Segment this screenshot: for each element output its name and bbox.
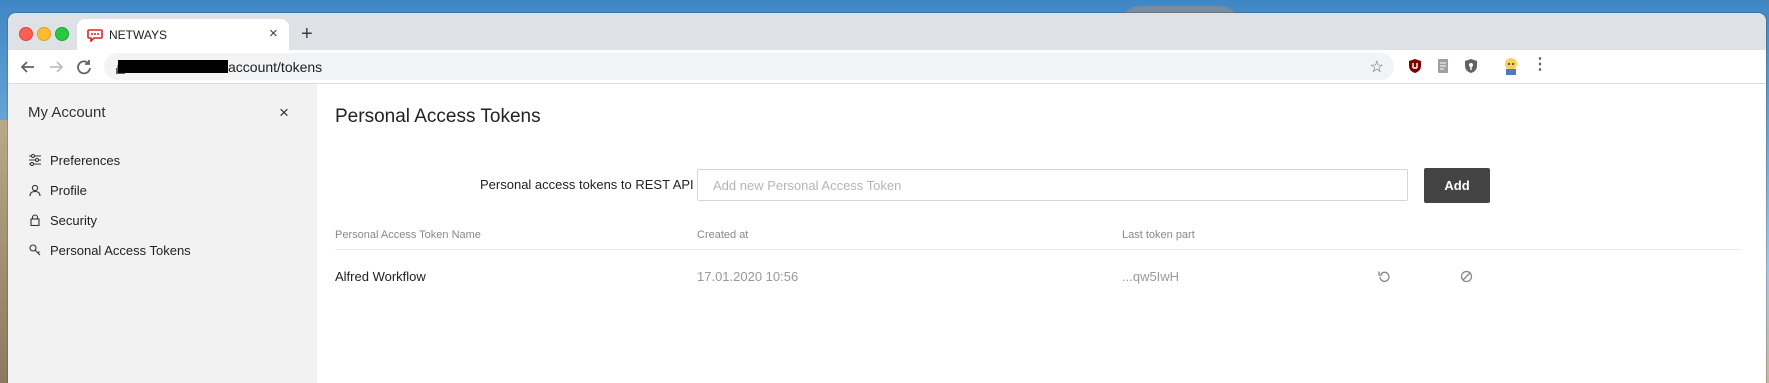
add-token-button[interactable]: Add bbox=[1424, 168, 1490, 203]
sidebar-item-label: Preferences bbox=[50, 152, 121, 168]
sidebar-item-label: Personal Access Tokens bbox=[50, 242, 191, 258]
regenerate-token-icon[interactable] bbox=[1378, 270, 1391, 283]
address-bar[interactable]: account/tokens ☆ bbox=[104, 53, 1394, 80]
sliders-icon bbox=[29, 154, 41, 166]
tab-title: NETWAYS bbox=[109, 28, 168, 42]
user-icon bbox=[29, 184, 41, 196]
account-sidebar: My Account × Preferences Profile Securit… bbox=[8, 84, 317, 383]
sidebar-item-preferences[interactable]: Preferences bbox=[29, 150, 120, 170]
browser-menu-icon[interactable]: ⋮ bbox=[1532, 57, 1548, 73]
sidebar-item-personal-access-tokens[interactable]: Personal Access Tokens bbox=[29, 240, 191, 260]
close-window-button[interactable] bbox=[19, 27, 33, 41]
netways-favicon-icon bbox=[87, 28, 103, 43]
sidebar-item-security[interactable]: Security bbox=[29, 210, 97, 230]
bookmark-star-icon[interactable]: ☆ bbox=[1370, 57, 1384, 77]
tab-close-icon[interactable]: × bbox=[269, 26, 278, 42]
column-header-name: Personal Access Token Name bbox=[335, 229, 481, 241]
sidebar-item-label: Security bbox=[50, 212, 97, 228]
ublock-extension-icon[interactable] bbox=[1407, 58, 1423, 74]
zoom-window-button[interactable] bbox=[55, 27, 69, 41]
token-created-cell: 17.01.2020 10:56 bbox=[697, 269, 799, 284]
tab-strip: NETWAYS × + bbox=[8, 13, 1766, 50]
revoke-token-icon[interactable] bbox=[1460, 270, 1473, 283]
minimize-window-button[interactable] bbox=[37, 27, 51, 41]
token-form-label: Personal access tokens to REST API bbox=[480, 177, 694, 192]
token-last-part-cell: ...qw5IwH bbox=[1122, 269, 1180, 284]
reload-icon[interactable] bbox=[74, 57, 94, 77]
browser-window: NETWAYS × + account/tokens ☆ ⋮ My Accoun… bbox=[8, 13, 1766, 383]
url-redaction-bar bbox=[118, 60, 228, 73]
back-arrow-icon[interactable] bbox=[18, 57, 38, 77]
new-tab-button[interactable]: + bbox=[301, 24, 313, 44]
column-header-created: Created at bbox=[697, 229, 749, 241]
sidebar-item-profile[interactable]: Profile bbox=[29, 180, 87, 200]
sidebar-title: My Account bbox=[28, 104, 106, 121]
browser-tab-active[interactable]: NETWAYS × bbox=[77, 19, 289, 50]
table-divider bbox=[335, 249, 1742, 250]
sidebar-close-icon[interactable]: × bbox=[279, 104, 289, 121]
extension-document-icon[interactable] bbox=[1435, 58, 1451, 74]
page-title: Personal Access Tokens bbox=[335, 106, 541, 127]
token-name-cell: Alfred Workflow bbox=[335, 269, 426, 284]
main-content: Personal Access Tokens Personal access t… bbox=[317, 84, 1766, 383]
lock-icon bbox=[30, 214, 40, 226]
url-text: account/tokens bbox=[228, 59, 323, 75]
forward-arrow-icon[interactable] bbox=[46, 57, 66, 77]
column-header-last-part: Last token part bbox=[1122, 229, 1195, 241]
profile-avatar[interactable] bbox=[1502, 57, 1520, 75]
sidebar-item-label: Profile bbox=[50, 182, 87, 198]
token-name-input[interactable] bbox=[697, 169, 1408, 201]
key-icon bbox=[29, 244, 41, 256]
browser-toolbar: account/tokens ☆ ⋮ bbox=[8, 50, 1766, 84]
password-manager-icon[interactable] bbox=[1463, 58, 1479, 74]
